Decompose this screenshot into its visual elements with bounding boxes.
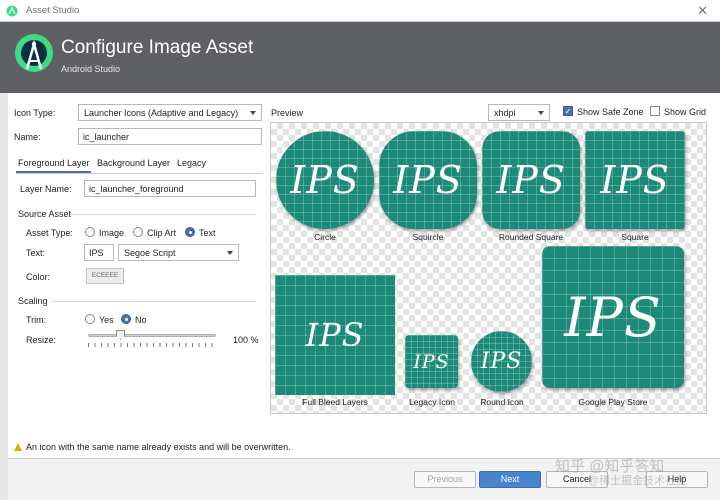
- android-studio-icon: [6, 5, 18, 17]
- tab-foreground-layer[interactable]: Foreground Layer: [18, 158, 90, 168]
- density-value: xhdpi: [494, 108, 516, 118]
- android-studio-logo-icon: [15, 34, 53, 72]
- preview-label: Preview: [271, 108, 304, 118]
- trim-no-label: No: [135, 315, 147, 325]
- warning-text: An icon with the same name already exist…: [26, 442, 291, 452]
- icon-preview-circle: IPS: [276, 131, 374, 229]
- page-subtitle: Android Studio: [61, 64, 121, 74]
- caption-legacy-icon: Legacy Icon: [409, 397, 455, 407]
- overwrite-warning: An icon with the same name already exist…: [14, 442, 291, 452]
- text-input[interactable]: IPS: [84, 244, 114, 261]
- scaling-divider: [52, 301, 256, 302]
- name-input[interactable]: ic_launcher: [78, 128, 262, 145]
- chevron-down-icon: [227, 251, 233, 255]
- show-grid-label: Show Grid: [664, 107, 707, 117]
- icon-type-select[interactable]: Launcher Icons (Adaptive and Legacy): [78, 104, 262, 121]
- asset-type-text-label: Text: [199, 228, 216, 238]
- resize-slider-ticks: [88, 343, 218, 347]
- left-edge: [0, 93, 8, 500]
- scaling-heading: Scaling: [18, 296, 48, 306]
- caption-google-play-store: Google Play Store: [578, 397, 648, 407]
- icon-preview-play-store: IPS: [542, 246, 684, 388]
- asset-type-image-radio[interactable]: [85, 227, 95, 237]
- close-icon[interactable]: ✕: [697, 3, 708, 19]
- icon-preview-square: IPS: [585, 131, 685, 229]
- icon-type-label: Icon Type:: [14, 108, 56, 118]
- show-safe-zone-checkbox[interactable]: ✓: [563, 106, 573, 116]
- icon-preview-rounded-square: IPS: [482, 131, 580, 229]
- caption-squircle: Squircle: [412, 232, 444, 242]
- icon-preview-full-bleed: IPS: [275, 275, 395, 395]
- chevron-down-icon: [250, 111, 256, 115]
- asset-type-text-radio[interactable]: [185, 227, 195, 237]
- window-title: Asset Studio: [26, 5, 80, 16]
- caption-rounded-square: Rounded Square: [498, 232, 564, 242]
- icon-preview-squircle: IPS: [379, 131, 477, 229]
- font-select[interactable]: Segoe Script: [118, 244, 239, 261]
- source-asset-heading: Source Asset: [18, 209, 72, 219]
- icon-preview-legacy: IPS: [405, 335, 458, 388]
- source-asset-divider: [70, 214, 256, 215]
- caption-full-bleed-layers: Full Bleed Layers: [302, 397, 368, 407]
- caption-circle: Circle: [314, 232, 336, 242]
- trim-yes-label: Yes: [99, 315, 114, 325]
- next-button[interactable]: Next: [479, 471, 541, 488]
- show-safe-zone-label: Show Safe Zone: [577, 107, 644, 117]
- chevron-down-icon: [538, 111, 544, 115]
- watermark-secondary: @稀土掘金技术社区: [588, 475, 688, 487]
- tabs-divider: [16, 173, 262, 174]
- show-grid-checkbox[interactable]: [650, 106, 660, 116]
- tab-legacy[interactable]: Legacy: [177, 158, 206, 168]
- resize-value: 100 %: [233, 335, 259, 345]
- color-label: Color:: [26, 272, 51, 282]
- window-titlebar: Asset Studio ✕: [0, 0, 720, 22]
- density-select[interactable]: xhdpi: [488, 104, 550, 121]
- caption-square: Square: [621, 232, 649, 242]
- wizard-header: Configure Image Asset Android Studio: [0, 22, 720, 93]
- caption-round-icon: Round Icon: [480, 397, 524, 407]
- resize-slider-track[interactable]: [88, 334, 216, 337]
- icon-preview-round: IPS: [471, 331, 532, 392]
- text-label: Text:: [26, 248, 46, 258]
- asset-type-clipart-label: Clip Art: [147, 228, 177, 238]
- icon-type-value: Launcher Icons (Adaptive and Legacy): [84, 108, 239, 118]
- asset-type-label: Asset Type:: [26, 228, 73, 238]
- page-title: Configure Image Asset: [61, 37, 254, 58]
- layer-name-label: Layer Name:: [20, 184, 72, 194]
- resize-label: Resize:: [26, 335, 57, 345]
- warning-icon: [14, 443, 22, 451]
- tab-background-layer[interactable]: Background Layer: [97, 158, 170, 168]
- font-value: Segoe Script: [124, 248, 176, 258]
- asset-type-image-label: Image: [99, 228, 125, 238]
- trim-label: Trim:: [26, 315, 47, 325]
- color-picker-button[interactable]: ECEEEE: [86, 268, 124, 284]
- trim-yes-radio[interactable]: [85, 314, 95, 324]
- layer-name-input[interactable]: ic_launcher_foreground: [84, 180, 256, 197]
- trim-no-radio[interactable]: [121, 314, 131, 324]
- previous-button[interactable]: Previous: [414, 471, 476, 488]
- asset-type-clipart-radio[interactable]: [133, 227, 143, 237]
- name-label: Name:: [14, 132, 41, 142]
